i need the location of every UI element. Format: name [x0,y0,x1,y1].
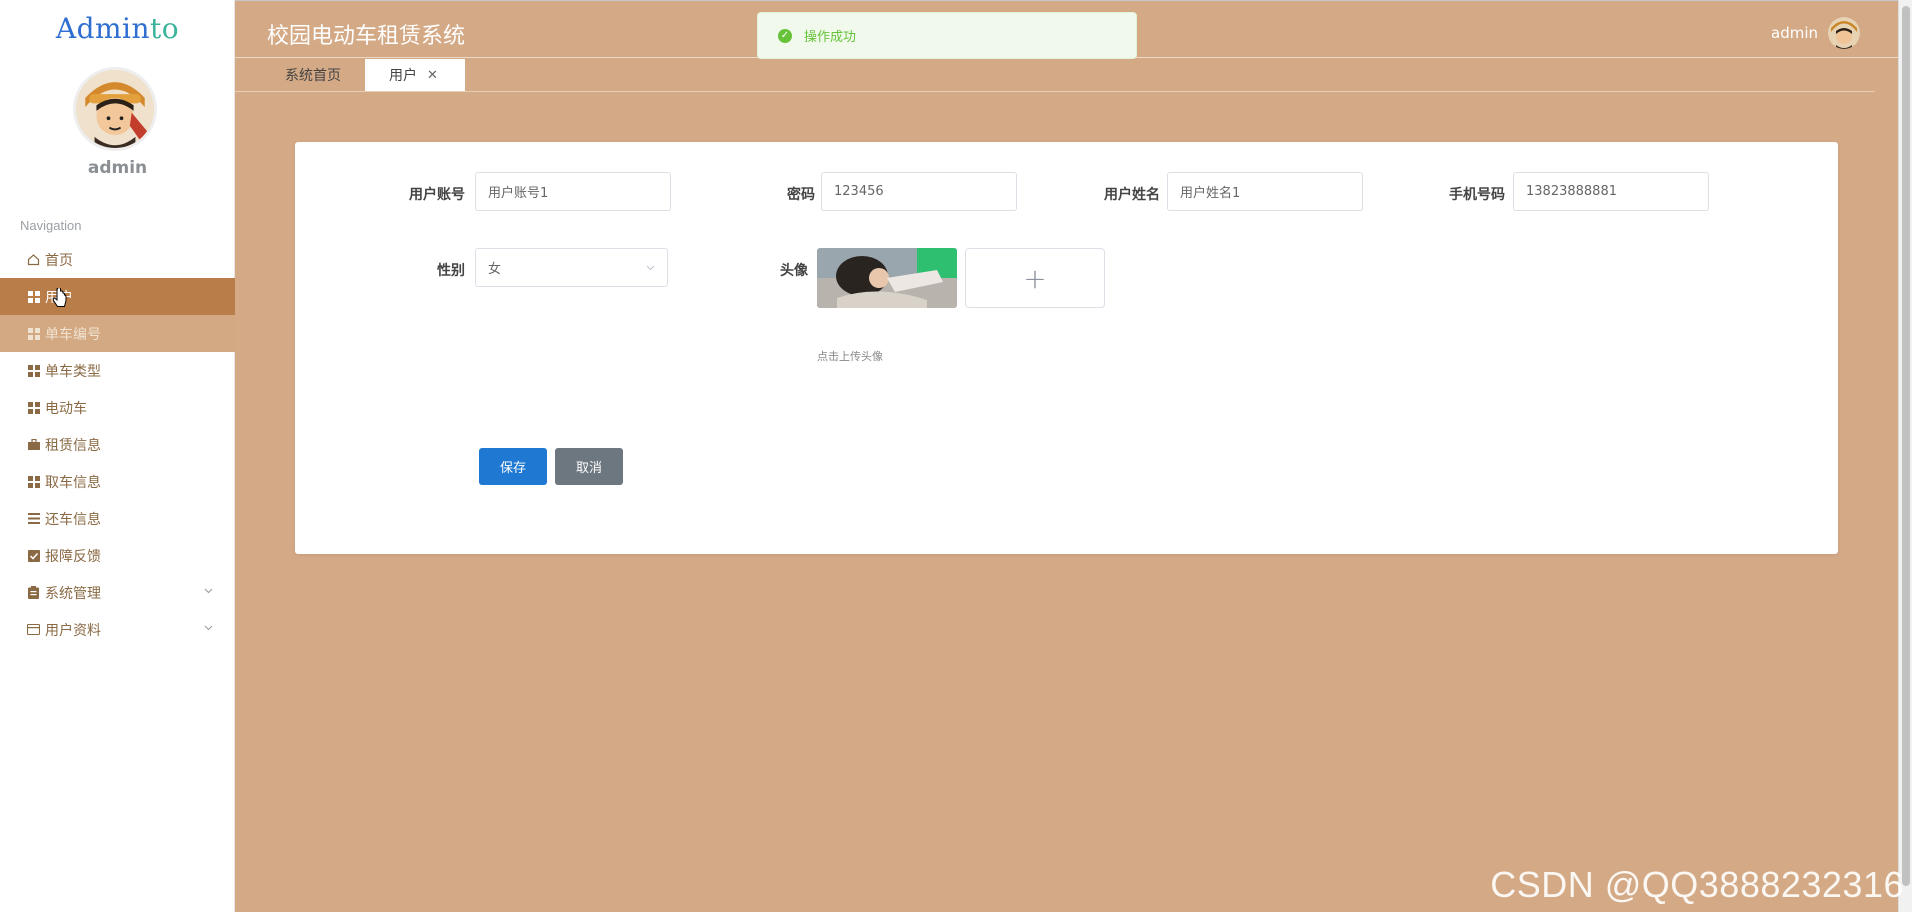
nav-heading: Navigation [20,218,82,233]
avatar-label: 头像 [780,263,808,279]
chevron-down-icon [204,588,213,594]
nav-item-pickup-info[interactable]: 取车信息 [0,463,235,500]
chevron-down-icon [646,265,655,271]
home-icon [27,253,40,266]
nav-item-label: 租赁信息 [45,437,101,454]
nav-item-user-profile[interactable]: 用户资料 [0,611,235,648]
nav-item-system-management[interactable]: 系统管理 [0,574,235,611]
nav-item-label: 电动车 [45,400,87,417]
account-input[interactable]: 用户账号1 [475,172,671,211]
tab-users[interactable]: 用户 ✕ [365,59,465,91]
cancel-button[interactable]: 取消 [555,448,623,485]
nav-item-label: 还车信息 [45,511,101,528]
realname-label: 用户姓名 [1104,187,1160,203]
nav-item-rental-info[interactable]: 租赁信息 [0,426,235,463]
avatar-hint: 点击上传头像 [817,350,883,363]
header-user-name: admin [1771,24,1818,42]
nav-item-bike-number[interactable]: 单车编号 [0,315,235,352]
app-logo[interactable]: Adminto [0,12,235,45]
nav-item-ebike[interactable]: 电动车 [0,389,235,426]
header-avatar [1828,17,1860,49]
password-input[interactable]: 123456 [821,172,1017,211]
realname-input[interactable]: 用户姓名1 [1167,172,1363,211]
avatar-image [76,70,154,148]
check-circle-icon: ✓ [778,28,792,43]
clipboard-icon [27,586,40,599]
success-toast: ✓ 操作成功 [757,12,1137,59]
nav-item-home[interactable]: 首页 [0,241,235,278]
nav-menu: 首页 用户 单车编号 单车类型 电动车 租赁信息 取车信息 还车 [0,241,235,648]
nav-item-return-info[interactable]: 还车信息 [0,500,235,537]
nav-item-bike-type[interactable]: 单车类型 [0,352,235,389]
grid-icon [27,364,40,377]
tabs-divider [235,91,1875,92]
page-tabs: 系统首页 用户 ✕ [235,59,465,91]
gender-select[interactable]: 女 [475,248,668,287]
logo-accent: to [150,12,180,45]
nav-item-label: 取车信息 [45,474,101,491]
scrollbar-thumb[interactable] [1902,6,1910,886]
save-button[interactable]: 保存 [479,448,547,485]
password-label: 密码 [787,187,815,203]
nav-item-label: 用户资料 [45,622,101,639]
nav-item-users[interactable]: 用户 [0,278,235,315]
avatar-upload-button[interactable]: + [965,248,1105,308]
check-square-icon [27,549,40,562]
gender-value: 女 [488,262,502,277]
app-title: 校园电动车租赁系统 [267,24,466,49]
tab-label: 系统首页 [285,68,341,84]
nav-item-label: 首页 [45,252,73,269]
chevron-down-icon [204,625,213,631]
gender-label: 性别 [437,263,465,279]
avatar[interactable] [73,67,157,151]
sidebar: Adminto admin Navigation 首页 用户 单车编号 [0,0,235,912]
nav-item-label: 单车类型 [45,363,101,380]
tab-label: 用户 [389,68,417,84]
avatar-thumbnail[interactable] [817,248,957,308]
mouse-cursor-icon [52,288,67,307]
watermark: CSDN @QQ3888232316 [1490,864,1904,905]
grid-icon [27,327,40,340]
toast-message: 操作成功 [804,30,857,45]
sidebar-user-name: admin [87,158,148,178]
tab-home[interactable]: 系统首页 [235,59,365,91]
briefcase-icon [27,438,40,451]
grid-icon [27,401,40,414]
account-label: 用户账号 [409,187,465,203]
vertical-scrollbar[interactable] [1898,0,1912,912]
grid-icon [27,475,40,488]
logo-text: Admin [55,12,151,45]
nav-item-label: 报障反馈 [45,548,101,565]
grid-icon [27,290,40,303]
user-form-card: 用户账号 用户账号1 密码 123456 用户姓名 用户姓名1 手机号码 138… [295,142,1838,554]
nav-item-label: 系统管理 [45,585,101,602]
plus-icon: + [1023,261,1047,295]
close-icon[interactable]: ✕ [427,68,438,83]
list-icon [27,512,40,525]
nav-item-label: 单车编号 [45,326,101,343]
card-icon [27,623,40,636]
phone-input[interactable]: 13823888881 [1513,172,1709,211]
phone-label: 手机号码 [1449,187,1505,203]
user-menu[interactable]: admin [1771,17,1860,49]
nav-item-fault-feedback[interactable]: 报障反馈 [0,537,235,574]
